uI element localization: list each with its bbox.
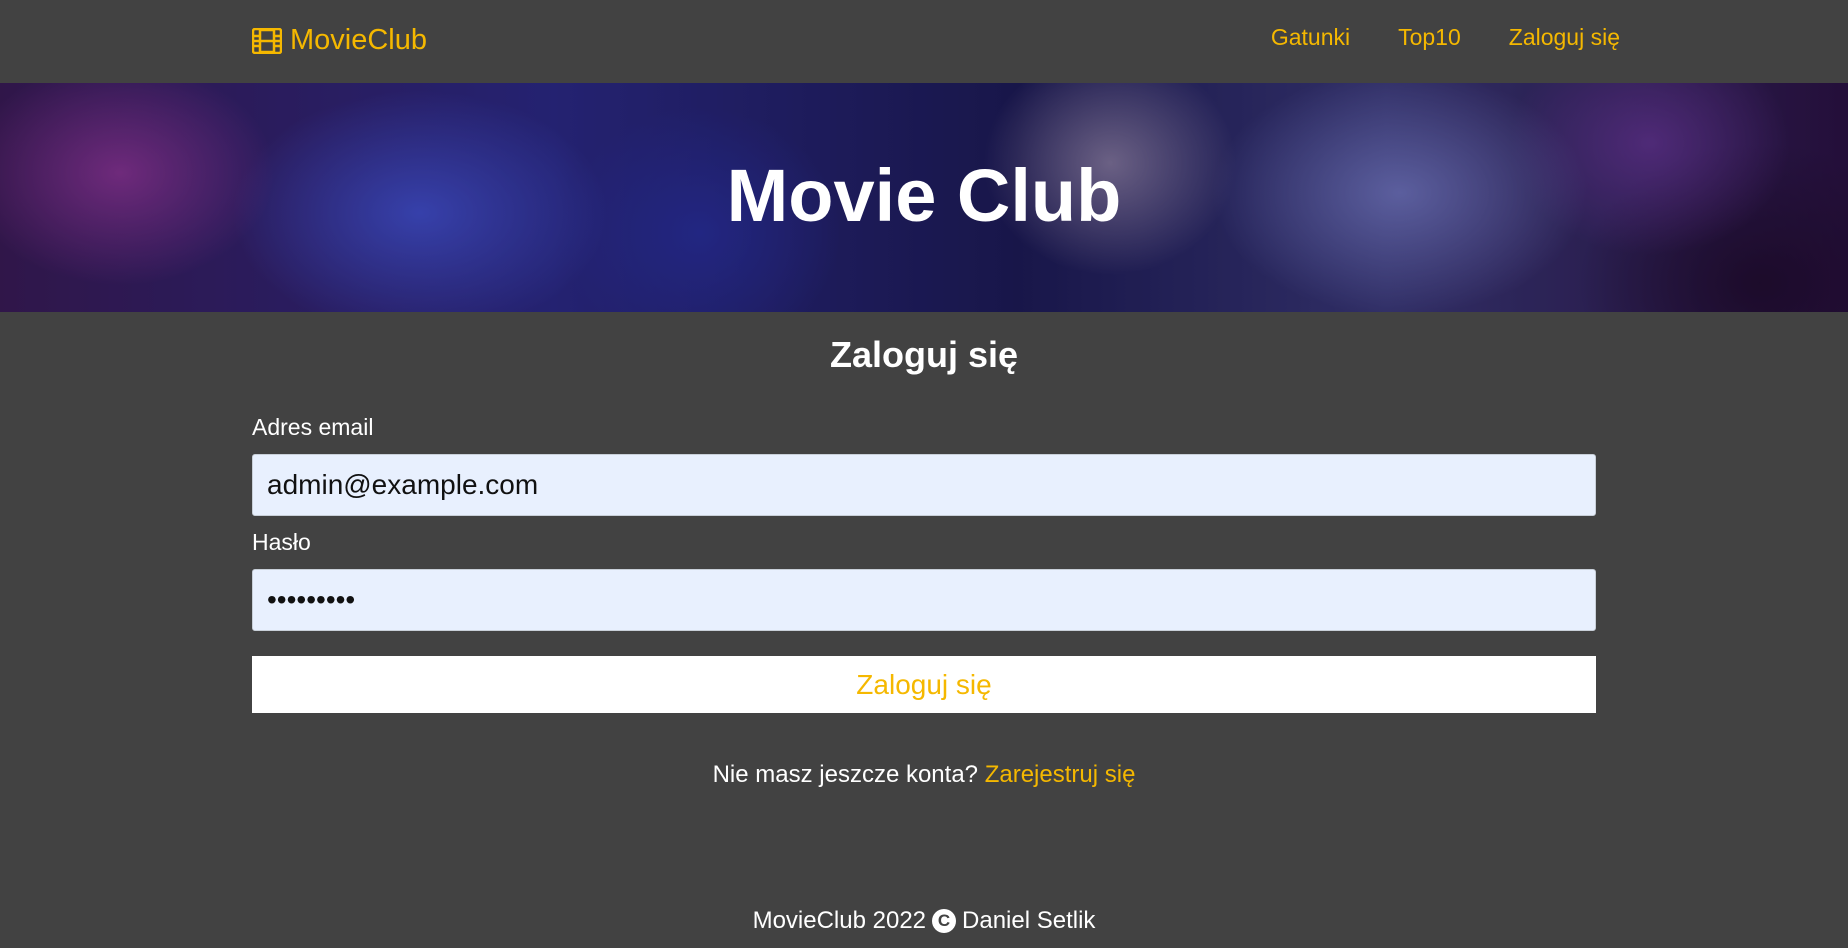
navbar: MovieClub Gatunki Top10 Zaloguj się xyxy=(0,0,1848,83)
password-field[interactable] xyxy=(252,569,1596,631)
footer-prefix: MovieClub 2022 xyxy=(752,907,927,934)
register-prompt-text: Nie masz jeszcze konta? xyxy=(712,761,979,788)
email-field[interactable] xyxy=(252,454,1596,516)
footer: MovieClub 2022 C Daniel Setlik xyxy=(0,907,1848,935)
nav-link-genres[interactable]: Gatunki xyxy=(1271,24,1350,51)
login-title: Zaloguj się xyxy=(829,334,1019,375)
nav-link-login[interactable]: Zaloguj się xyxy=(1509,24,1620,51)
register-prompt: Nie masz jeszcze konta? Zarejestruj się xyxy=(0,761,1848,789)
login-button[interactable]: Zaloguj się xyxy=(252,656,1596,713)
hero-title: Movie Club xyxy=(726,154,1122,237)
film-icon xyxy=(252,27,282,54)
register-link[interactable]: Zarejestruj się xyxy=(985,761,1136,788)
brand-link[interactable]: MovieClub xyxy=(252,24,427,57)
hero-banner: Movie Club xyxy=(0,83,1848,312)
copyright-icon: C xyxy=(932,909,957,933)
nav-link-top10[interactable]: Top10 xyxy=(1398,24,1461,51)
nav-links: Gatunki Top10 Zaloguj się xyxy=(1271,24,1620,51)
password-label: Hasło xyxy=(252,529,311,555)
brand-label: MovieClub xyxy=(290,24,427,56)
footer-author: Daniel Setlik xyxy=(962,907,1096,934)
email-label: Adres email xyxy=(252,414,374,440)
